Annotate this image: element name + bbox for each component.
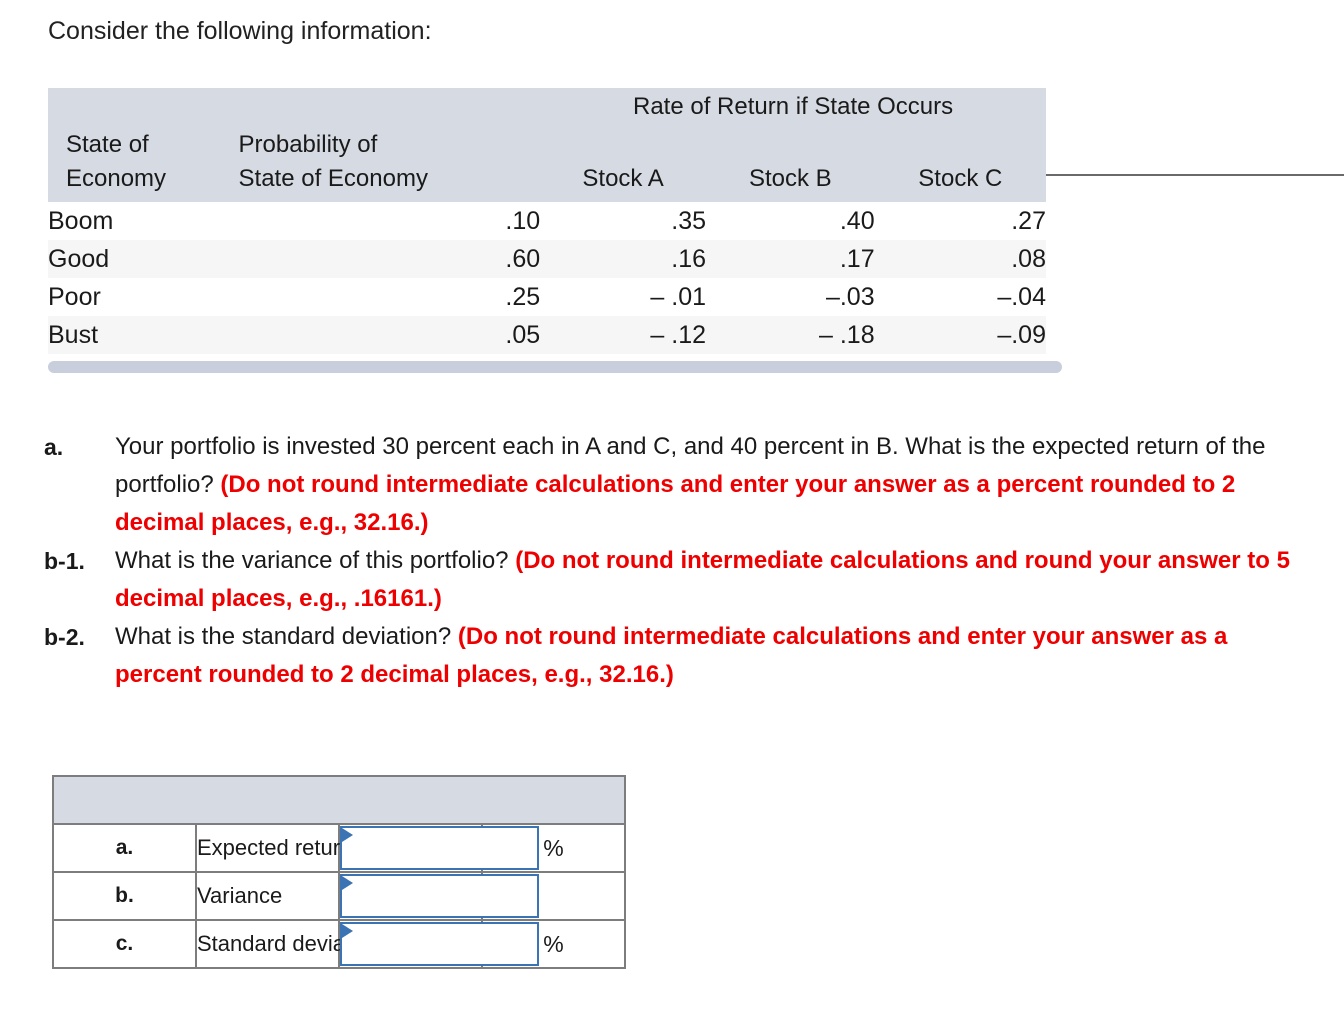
rate-of-return-table-wrapper: Rate of Return if State Occurs State of … [48,88,1344,354]
super-header-rate-of-return: Rate of Return if State Occurs [540,88,1046,126]
page-title: Consider the following information: [48,17,432,45]
stock-b-label: Stock B [748,165,832,192]
stock-c-label: Stock C [918,165,1003,192]
state-header-line2: Economy [66,165,167,192]
table-super-header-row: Rate of Return if State Occurs [48,88,1046,126]
column-header-stock-c: Stock C [874,126,1046,202]
rate-of-return-table: Rate of Return if State Occurs State of … [48,88,1344,354]
question-b2-text: What is the standard deviation? (Do not … [115,618,1314,694]
cell-stock-b: – .18 [706,316,875,354]
state-header-line1: State of [66,131,149,158]
question-a-text: Your portfolio is invested 30 percent ea… [115,428,1314,542]
answer-row-a-input-container [340,825,539,871]
question-b1-label: b-1. [44,548,85,574]
answer-table-header-row [52,775,626,825]
cell-stock-b: .17 [706,240,875,278]
question-b1: b-1. What is the variance of this portfo… [44,542,1314,618]
horizontal-scrollbar[interactable] [48,361,1062,373]
prob-header-line1: Probability of [238,131,378,158]
cell-stock-a: .16 [540,240,707,278]
column-header-state-of-economy: State of Economy [48,126,235,202]
question-b2-text-plain: What is the standard deviation? [115,623,458,650]
variance-input[interactable] [340,874,539,918]
table-row: Poor .25 – .01 –.03 –.04 [48,278,1046,316]
answer-row-a-label: Expected return [195,823,352,873]
super-header-spacer-state [48,88,235,126]
cell-probability: .10 [234,202,541,240]
cell-state: Boom [48,202,235,240]
answer-row-b-input-container [340,873,539,919]
cell-probability: .25 [234,278,541,316]
worksheet-page: Consider the following information: Rate… [0,0,1344,1010]
table-row: Boom .10 .35 .40 .27 [48,202,1046,240]
question-b1-text: What is the variance of this portfolio? … [115,542,1314,618]
expected-return-input[interactable] [340,826,539,870]
answer-row-c-letter: c. [52,919,197,969]
question-a: a. Your portfolio is invested 30 percent… [44,428,1314,542]
cell-stock-b: .40 [706,202,875,240]
cell-state: Poor [48,278,235,316]
super-header-spacer-prob [234,88,541,126]
question-b2: b-2. What is the standard deviation? (Do… [44,618,1314,694]
cell-probability: .05 [234,316,541,354]
answer-table: a. Expected return % b. Variance c. Stan… [52,775,626,969]
answer-row-c-input-cell[interactable] [338,919,539,969]
answer-row-a-input-cell[interactable] [338,823,539,873]
table-row: Bust .05 – .12 – .18 –.09 [48,316,1046,354]
cell-state: Good [48,240,235,278]
stock-a-label: Stock A [582,165,664,192]
column-header-stock-a: Stock A [540,126,1344,202]
table-header-row: State of Economy Probability of State of… [48,126,1344,202]
cell-stock-a: .35 [540,202,707,240]
answer-row-a: a. Expected return % [52,823,626,873]
answer-row-a-letter: a. [52,823,197,873]
answer-row-c-input-container [340,921,539,967]
cell-stock-c: .08 [874,240,1046,278]
cell-probability: .60 [234,240,541,278]
question-b1-text-plain: What is the variance of this portfolio? [115,547,516,574]
answer-table-header-blank [52,775,626,825]
answer-row-c-label: Standard deviation [195,919,380,969]
answer-row-c: c. Standard deviation % [52,919,626,969]
cell-state: Bust [48,316,235,354]
column-header-probability: Probability of State of Economy [234,126,541,202]
cell-stock-c: –.04 [874,278,1046,316]
question-a-label: a. [44,434,64,460]
prob-header-line2: State of Economy [238,165,428,192]
standard-deviation-input[interactable] [340,922,539,966]
answer-row-b-letter: b. [52,871,197,921]
cell-stock-c: –.09 [874,316,1046,354]
table-row: Good .60 .16 .17 .08 [48,240,1046,278]
cell-stock-a: – .12 [540,316,707,354]
answer-row-b: b. Variance [52,871,626,921]
column-header-stock-b: Stock B [706,126,875,202]
cell-stock-c: .27 [874,202,1046,240]
cell-stock-b: –.03 [706,278,875,316]
question-a-text-emphasis: (Do not round intermediate calculations … [115,471,1236,536]
answer-table-wrapper: a. Expected return % b. Variance c. Stan… [52,775,626,969]
question-b2-label: b-2. [44,624,85,650]
questions-list: a. Your portfolio is invested 30 percent… [44,428,1314,694]
answer-row-b-input-cell[interactable] [338,871,539,921]
answer-row-b-label: Variance [195,871,340,921]
cell-stock-a: – .01 [540,278,707,316]
